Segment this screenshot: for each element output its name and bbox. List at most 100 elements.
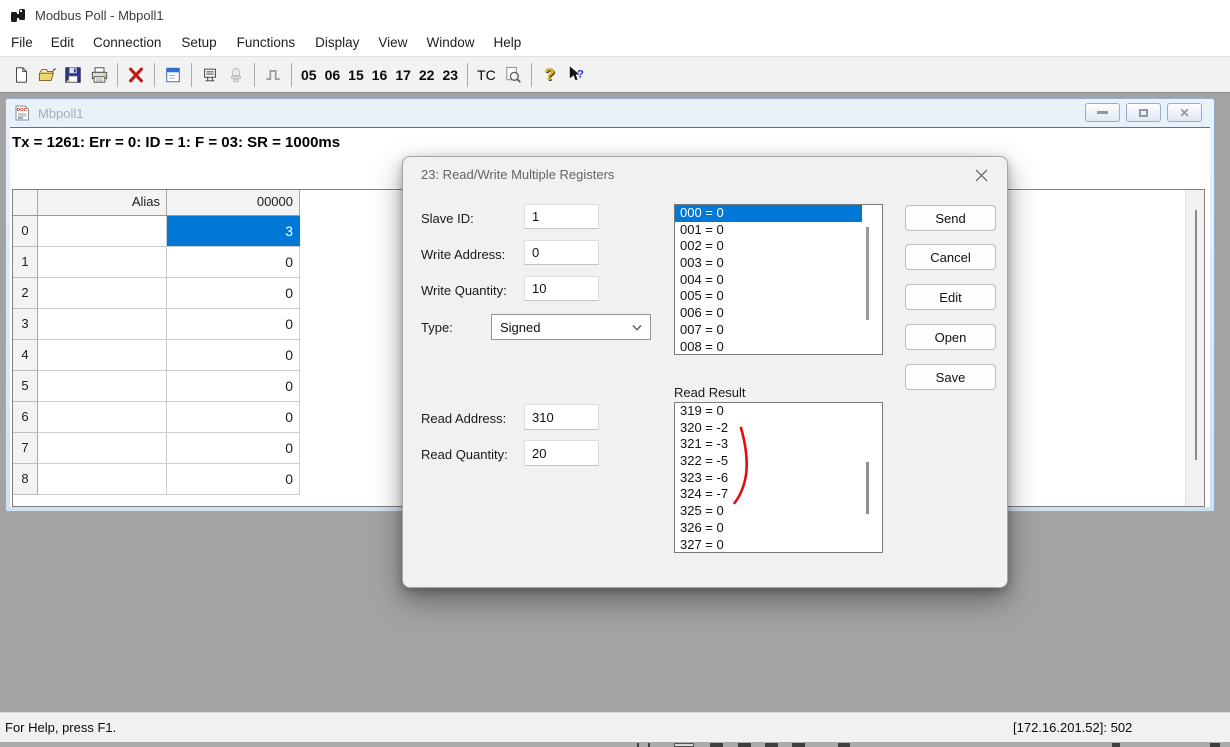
grid-header-00000[interactable]: 00000 — [167, 190, 300, 216]
grid-corner-header[interactable] — [13, 190, 38, 216]
type-combobox[interactable]: Signed — [491, 314, 651, 340]
child-restore-button[interactable] — [1126, 103, 1161, 122]
menu-setup[interactable]: Setup — [171, 31, 226, 55]
open-button[interactable] — [34, 62, 60, 88]
menu-edit[interactable]: Edit — [42, 31, 83, 55]
menu-view[interactable]: View — [369, 31, 416, 55]
grid-scrollbar-thumb[interactable] — [1195, 210, 1197, 460]
grid-cell-alias[interactable] — [38, 309, 167, 340]
read-result-item[interactable]: 326 = 0 — [675, 520, 882, 537]
menu-functions[interactable]: Functions — [227, 31, 306, 55]
grid-cell-value[interactable]: 0 — [167, 464, 300, 495]
grid-cell-alias[interactable] — [38, 402, 167, 433]
function-17-button[interactable]: 17 — [391, 62, 415, 88]
function-16-button[interactable]: 16 — [368, 62, 392, 88]
slave-id-input[interactable] — [524, 204, 599, 229]
child-titlebar[interactable]: DOC Mbpoll1 ✕ — [6, 99, 1214, 127]
write-address-input[interactable] — [524, 240, 599, 265]
grid-cell-value[interactable]: 0 — [167, 371, 300, 402]
edit-button[interactable]: Edit — [905, 284, 996, 310]
grid-rownum[interactable]: 2 — [13, 278, 38, 309]
grid-cell-value[interactable]: 0 — [167, 433, 300, 464]
open-button[interactable]: Open — [905, 324, 996, 350]
grid-cell-value-selected[interactable]: 3 — [167, 216, 300, 247]
save-button[interactable] — [60, 62, 86, 88]
print-button[interactable] — [86, 62, 112, 88]
grid-cell-alias[interactable] — [38, 371, 167, 402]
grid-rownum[interactable]: 1 — [13, 247, 38, 278]
help-button[interactable]: ? — [537, 62, 563, 88]
grid-vertical-scrollbar[interactable] — [1185, 190, 1204, 506]
write-list-item[interactable]: 002 = 0 — [675, 238, 882, 255]
write-list-item[interactable]: 005 = 0 — [675, 288, 882, 305]
write-quantity-input[interactable] — [524, 276, 599, 301]
grid-cell-value[interactable]: 0 — [167, 278, 300, 309]
grid-cell-alias[interactable] — [38, 216, 167, 247]
function-05-button[interactable]: 05 — [297, 62, 321, 88]
read-result-item[interactable]: 322 = -5 — [675, 453, 882, 470]
context-help-button[interactable]: ? — [563, 62, 589, 88]
write-registers-listbox[interactable]: 000 = 0 001 = 0 002 = 0 003 = 0 004 = 0 … — [674, 204, 883, 355]
pulse-button-disabled[interactable] — [260, 62, 286, 88]
write-list-item[interactable]: 007 = 0 — [675, 322, 882, 339]
grid-cell-alias[interactable] — [38, 340, 167, 371]
grid-cell-value[interactable]: 0 — [167, 402, 300, 433]
log-button-disabled[interactable] — [223, 62, 249, 88]
disconnect-button[interactable] — [123, 62, 149, 88]
grid-rownum[interactable]: 5 — [13, 371, 38, 402]
menu-connection[interactable]: Connection — [83, 31, 171, 55]
dialog-titlebar[interactable]: 23: Read/Write Multiple Registers — [403, 157, 1007, 191]
menu-file[interactable]: File — [2, 31, 42, 55]
poll-definition-button[interactable] — [160, 62, 186, 88]
grid-header-alias[interactable]: Alias — [38, 190, 167, 216]
read-result-item[interactable]: 321 = -3 — [675, 436, 882, 453]
read-address-input[interactable] — [524, 404, 599, 430]
write-list-scrollbar-thumb[interactable] — [866, 227, 869, 320]
write-list-item-selected[interactable]: 000 = 0 — [675, 205, 862, 222]
grid-cell-value[interactable]: 0 — [167, 247, 300, 278]
communication-button[interactable] — [197, 62, 223, 88]
read-list-scrollbar-thumb[interactable] — [866, 462, 869, 514]
menu-help[interactable]: Help — [484, 31, 530, 55]
write-list-item[interactable]: 006 = 0 — [675, 305, 882, 322]
grid-cell-value[interactable]: 0 — [167, 340, 300, 371]
read-result-item[interactable]: 323 = -6 — [675, 470, 882, 487]
write-list-item[interactable]: 003 = 0 — [675, 255, 882, 272]
grid-rownum[interactable]: 8 — [13, 464, 38, 495]
grid-rownum[interactable]: 3 — [13, 309, 38, 340]
test-center-button[interactable]: TC — [473, 62, 500, 88]
new-button[interactable] — [8, 62, 34, 88]
cancel-button[interactable]: Cancel — [905, 244, 996, 270]
grid-rownum[interactable]: 7 — [13, 433, 38, 464]
grid-cell-value[interactable]: 0 — [167, 309, 300, 340]
function-15-button[interactable]: 15 — [344, 62, 368, 88]
grid-cell-alias[interactable] — [38, 464, 167, 495]
read-result-item[interactable]: 320 = -2 — [675, 420, 882, 437]
read-result-listbox[interactable]: 319 = 0 320 = -2 321 = -3 322 = -5 323 =… — [674, 402, 883, 553]
read-result-item[interactable]: 324 = -7 — [675, 486, 882, 503]
grid-cell-alias[interactable] — [38, 247, 167, 278]
grid-cell-alias[interactable] — [38, 433, 167, 464]
write-list-item[interactable]: 008 = 0 — [675, 339, 882, 356]
read-result-item[interactable]: 319 = 0 — [675, 403, 882, 420]
grid-cell-alias[interactable] — [38, 278, 167, 309]
dialog-close-button[interactable] — [971, 165, 991, 185]
write-list-item[interactable]: 004 = 0 — [675, 272, 882, 289]
read-result-item[interactable]: 325 = 0 — [675, 503, 882, 520]
write-list-item[interactable]: 001 = 0 — [675, 222, 882, 239]
function-22-button[interactable]: 22 — [415, 62, 439, 88]
function-06-button[interactable]: 06 — [321, 62, 345, 88]
menu-window[interactable]: Window — [416, 31, 484, 55]
zoom-page-button[interactable] — [500, 62, 526, 88]
read-quantity-input[interactable] — [524, 440, 599, 466]
save-button[interactable]: Save — [905, 364, 996, 390]
child-close-button[interactable]: ✕ — [1167, 103, 1202, 122]
function-23-button[interactable]: 23 — [438, 62, 462, 88]
send-button[interactable]: Send — [905, 205, 996, 231]
read-result-item[interactable]: 327 = 0 — [675, 537, 882, 554]
grid-rownum[interactable]: 4 — [13, 340, 38, 371]
child-minimize-button[interactable] — [1085, 103, 1120, 122]
grid-rownum[interactable]: 0 — [13, 216, 38, 247]
menu-display[interactable]: Display — [305, 31, 369, 55]
grid-rownum[interactable]: 6 — [13, 402, 38, 433]
